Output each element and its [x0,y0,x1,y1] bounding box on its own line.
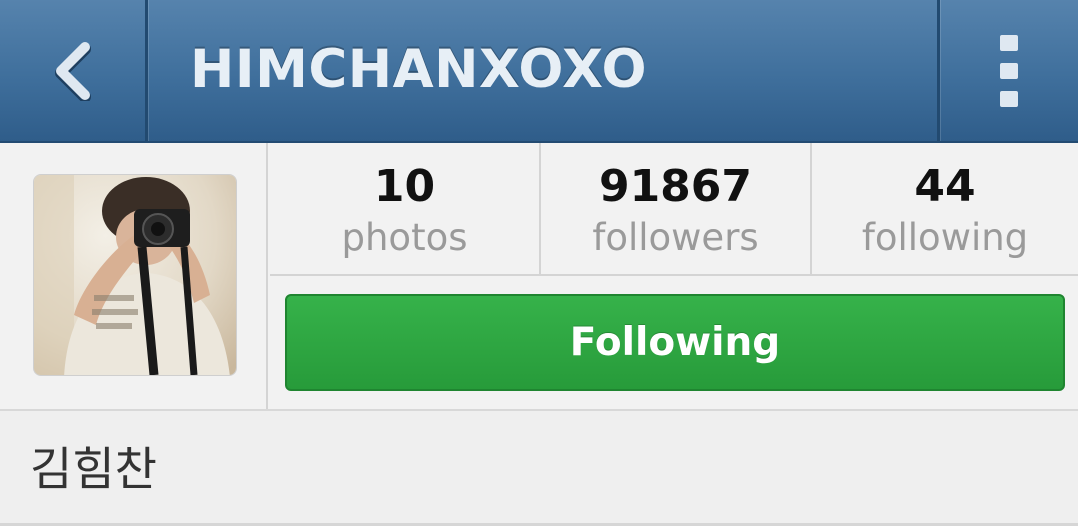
stat-label: followers [592,216,759,259]
avatar-cell [0,143,268,409]
full-name: 김힘찬 [30,442,157,496]
header-divider [937,0,940,141]
stat-label: photos [341,216,468,259]
bio-section: 김힘찬 [0,409,1078,526]
vertical-dots-icon [999,34,1018,107]
chevron-left-icon [54,41,91,101]
avatar-photo [34,175,236,375]
page-title: HIMCHANXOXO [190,39,648,100]
overflow-menu-button[interactable] [941,0,1078,141]
stat-value: 91867 [598,161,753,212]
profile-section: 10 photos 91867 followers 44 following F… [0,143,1078,409]
back-button[interactable] [0,0,145,141]
stat-label: following [861,216,1029,259]
header-divider [145,0,148,141]
following-button[interactable]: Following [285,294,1065,391]
avatar[interactable] [33,174,237,376]
stat-followers[interactable]: 91867 followers [541,143,810,274]
stat-value: 44 [914,161,976,212]
stat-photos[interactable]: 10 photos [270,143,539,274]
stat-value: 10 [373,161,436,212]
stat-following[interactable]: 44 following [812,143,1078,274]
stats-bar: 10 photos 91867 followers 44 following [270,143,1078,276]
app-header: HIMCHANXOXO [0,0,1078,143]
